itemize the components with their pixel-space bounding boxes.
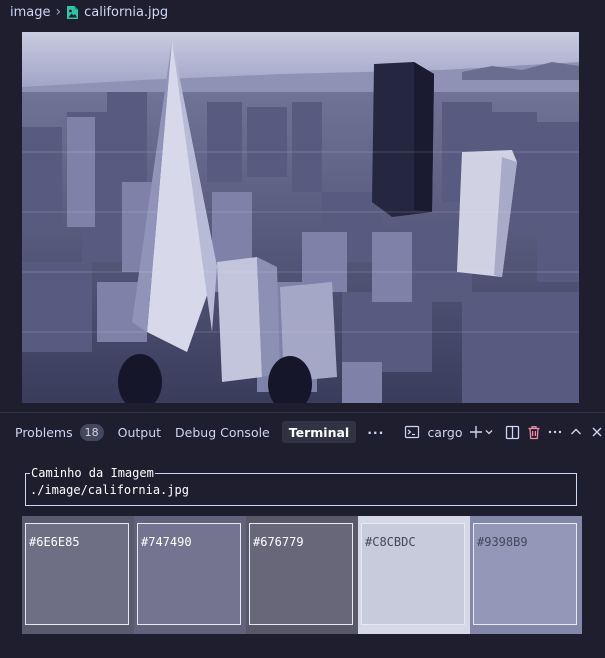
image-path-value: ./image/california.jpg: [30, 483, 189, 497]
chevron-up-icon[interactable]: [568, 422, 583, 442]
breadcrumb-folder[interactable]: image: [10, 5, 51, 20]
color-swatch-hex: #C8CBDC: [365, 535, 416, 549]
problems-count-badge: 18: [79, 423, 104, 441]
color-swatch: #6E6E85: [22, 516, 134, 634]
terminal-selector[interactable]: cargo: [402, 422, 462, 442]
tab-output[interactable]: Output: [111, 421, 168, 443]
color-swatch: #676779: [246, 516, 358, 634]
tab-problems[interactable]: Problems 18: [8, 421, 111, 443]
color-swatch-hex: #747490: [141, 535, 192, 549]
tab-problems-label: Problems: [15, 424, 73, 440]
image-file-icon: [66, 5, 79, 20]
more-tabs-icon[interactable]: ···: [367, 425, 384, 440]
color-swatch-hex: #6E6E85: [29, 535, 80, 549]
chevron-down-icon[interactable]: [484, 422, 494, 442]
color-swatch: #C8CBDC: [358, 516, 470, 634]
color-swatch: #9398B9: [470, 516, 582, 634]
terminal-name: cargo: [427, 424, 463, 440]
color-swatch-hex: #676779: [253, 535, 304, 549]
terminal-icon: [402, 422, 422, 442]
color-swatch: #747490: [134, 516, 246, 634]
color-swatch-hex: #9398B9: [477, 535, 528, 549]
tab-terminal-label: Terminal: [288, 424, 350, 440]
tab-output-label: Output: [117, 424, 162, 440]
color-palette: #6E6E85 #747490 #676779 #C8CBDC #9398B9: [22, 516, 582, 634]
panel-tab-bar: Problems 18 Output Debug Console Termina…: [0, 415, 605, 449]
image-path-label: Caminho da Imagem: [30, 465, 155, 481]
split-icon[interactable]: [504, 422, 519, 442]
trash-icon[interactable]: [526, 422, 541, 442]
plus-icon[interactable]: [468, 422, 484, 442]
close-icon[interactable]: [590, 422, 605, 442]
chevron-right-icon: ›: [55, 4, 62, 20]
breadcrumb: image › california.jpg: [10, 3, 168, 21]
tab-terminal[interactable]: Terminal: [281, 421, 357, 443]
more-icon[interactable]: [547, 422, 563, 442]
image-preview: [22, 32, 579, 403]
tab-debug-console[interactable]: Debug Console: [168, 421, 277, 443]
panel-divider: [0, 412, 605, 413]
breadcrumb-file[interactable]: california.jpg: [84, 5, 168, 20]
tab-debug-console-label: Debug Console: [175, 424, 270, 440]
image-path-box: Caminho da Imagem ./image/california.jpg: [25, 465, 577, 506]
